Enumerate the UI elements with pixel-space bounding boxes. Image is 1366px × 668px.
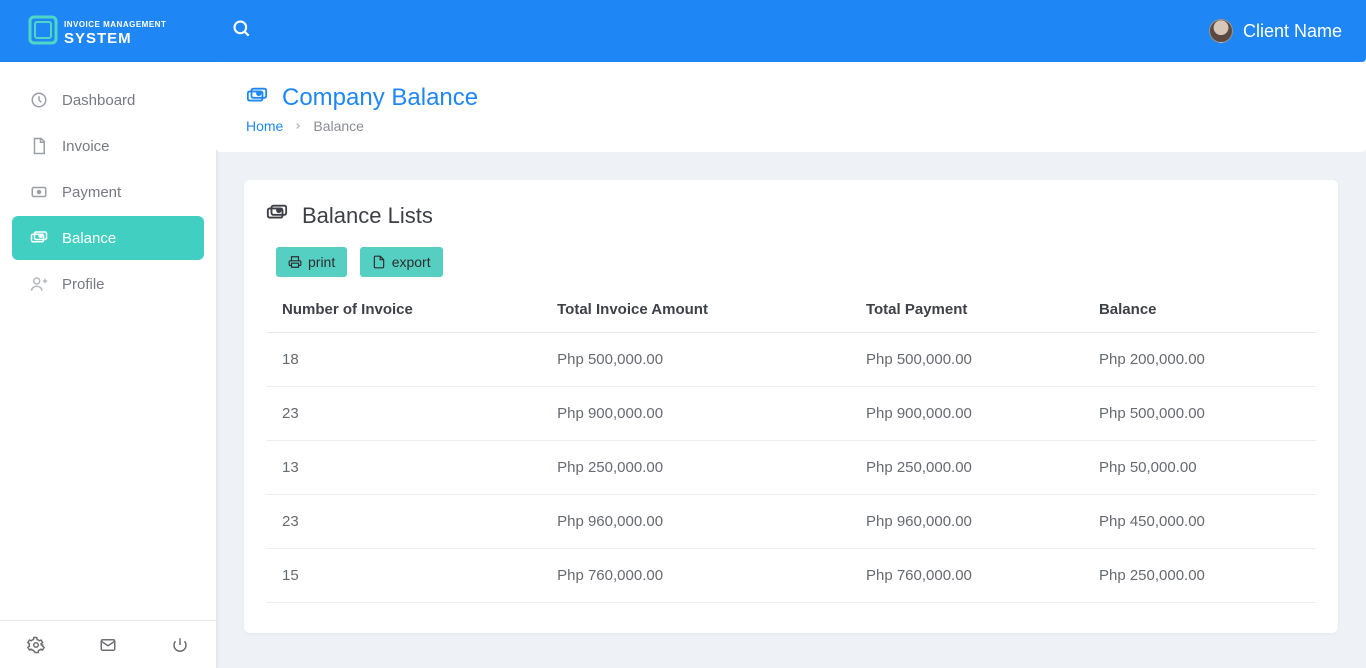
print-button[interactable]: print	[276, 247, 347, 277]
breadcrumb-current: Balance	[313, 118, 364, 134]
table-row[interactable]: 15Php 760,000.00Php 760,000.00Php 250,00…	[266, 549, 1316, 603]
table-cell: Php 50,000.00	[1083, 441, 1316, 495]
page-header: Company Balance Home Balance	[216, 62, 1366, 152]
table-header: Balance	[1083, 287, 1316, 333]
settings-icon[interactable]	[27, 636, 45, 654]
table-cell: 13	[266, 441, 541, 495]
card-title: Balance Lists	[302, 203, 433, 229]
table-cell: Php 250,000.00	[1083, 549, 1316, 603]
sidebar-item-payment[interactable]: Payment	[12, 170, 204, 214]
table-cell: Php 900,000.00	[850, 387, 1083, 441]
table-cell: 23	[266, 495, 541, 549]
table-cell: Php 960,000.00	[850, 495, 1083, 549]
card-title-icon	[266, 202, 288, 229]
print-icon	[288, 255, 302, 269]
export-icon	[372, 255, 386, 269]
table-cell: Php 960,000.00	[541, 495, 850, 549]
table-header: Total Payment	[850, 287, 1083, 333]
export-button-label: export	[392, 254, 431, 270]
table-cell: 18	[266, 333, 541, 387]
balance-table: Number of Invoice Total Invoice Amount T…	[266, 287, 1316, 603]
profile-icon	[30, 275, 48, 293]
payment-icon	[30, 183, 48, 201]
print-button-label: print	[308, 254, 335, 270]
page-title: Company Balance	[282, 84, 478, 112]
sidebar-item-dashboard[interactable]: Dashboard	[12, 78, 204, 122]
logo[interactable]: INVOICE MANAGEMENT SYSTEM	[0, 0, 216, 62]
breadcrumb: Home Balance	[246, 118, 1336, 134]
sidebar: Dashboard Invoice Payment Balance Profil…	[0, 62, 216, 668]
table-cell: Php 250,000.00	[850, 441, 1083, 495]
sidebar-item-invoice[interactable]: Invoice	[12, 124, 204, 168]
sidebar-item-profile[interactable]: Profile	[12, 262, 204, 306]
table-header: Total Invoice Amount	[541, 287, 850, 333]
table-row[interactable]: 13Php 250,000.00Php 250,000.00Php 50,000…	[266, 441, 1316, 495]
search-icon	[232, 19, 252, 39]
invoice-icon	[30, 137, 48, 155]
balance-card: Balance Lists print export Number of Inv…	[244, 180, 1338, 633]
svg-text:INVOICE MANAGEMENT: INVOICE MANAGEMENT	[64, 20, 166, 29]
table-header: Number of Invoice	[266, 287, 541, 333]
main-content: Company Balance Home Balance Balance Lis…	[216, 62, 1366, 668]
page-title-icon	[246, 85, 268, 112]
sidebar-item-balance[interactable]: Balance	[12, 216, 204, 260]
svg-text:SYSTEM: SYSTEM	[64, 30, 132, 47]
table-row[interactable]: 23Php 960,000.00Php 960,000.00Php 450,00…	[266, 495, 1316, 549]
user-name: Client Name	[1243, 21, 1342, 42]
avatar	[1209, 19, 1233, 43]
export-button[interactable]: export	[360, 247, 443, 277]
balance-icon	[30, 229, 48, 247]
sidebar-item-label: Invoice	[62, 138, 110, 155]
sidebar-item-label: Payment	[62, 184, 121, 201]
table-cell: Php 450,000.00	[1083, 495, 1316, 549]
dashboard-icon	[30, 91, 48, 109]
table-row[interactable]: 18Php 500,000.00Php 500,000.00Php 200,00…	[266, 333, 1316, 387]
table-row[interactable]: 23Php 900,000.00Php 900,000.00Php 500,00…	[266, 387, 1316, 441]
table-cell: Php 500,000.00	[541, 333, 850, 387]
power-icon[interactable]	[171, 636, 189, 654]
sidebar-item-label: Dashboard	[62, 92, 135, 109]
search-button[interactable]	[232, 19, 252, 44]
mail-icon[interactable]	[99, 636, 117, 654]
table-cell: Php 760,000.00	[541, 549, 850, 603]
table-cell: Php 250,000.00	[541, 441, 850, 495]
topbar: INVOICE MANAGEMENT SYSTEM Client Name	[0, 0, 1366, 62]
user-menu[interactable]: Client Name	[1209, 19, 1342, 43]
table-cell: Php 900,000.00	[541, 387, 850, 441]
chevron-right-icon	[293, 118, 303, 134]
table-cell: Php 500,000.00	[1083, 387, 1316, 441]
table-cell: 15	[266, 549, 541, 603]
table-cell: Php 200,000.00	[1083, 333, 1316, 387]
table-cell: Php 500,000.00	[850, 333, 1083, 387]
sidebar-item-label: Balance	[62, 230, 116, 247]
breadcrumb-home[interactable]: Home	[246, 118, 283, 134]
sidebar-item-label: Profile	[62, 276, 105, 293]
sidebar-footer	[0, 620, 216, 668]
table-cell: 23	[266, 387, 541, 441]
table-cell: Php 760,000.00	[850, 549, 1083, 603]
action-buttons: print export	[266, 247, 1316, 277]
